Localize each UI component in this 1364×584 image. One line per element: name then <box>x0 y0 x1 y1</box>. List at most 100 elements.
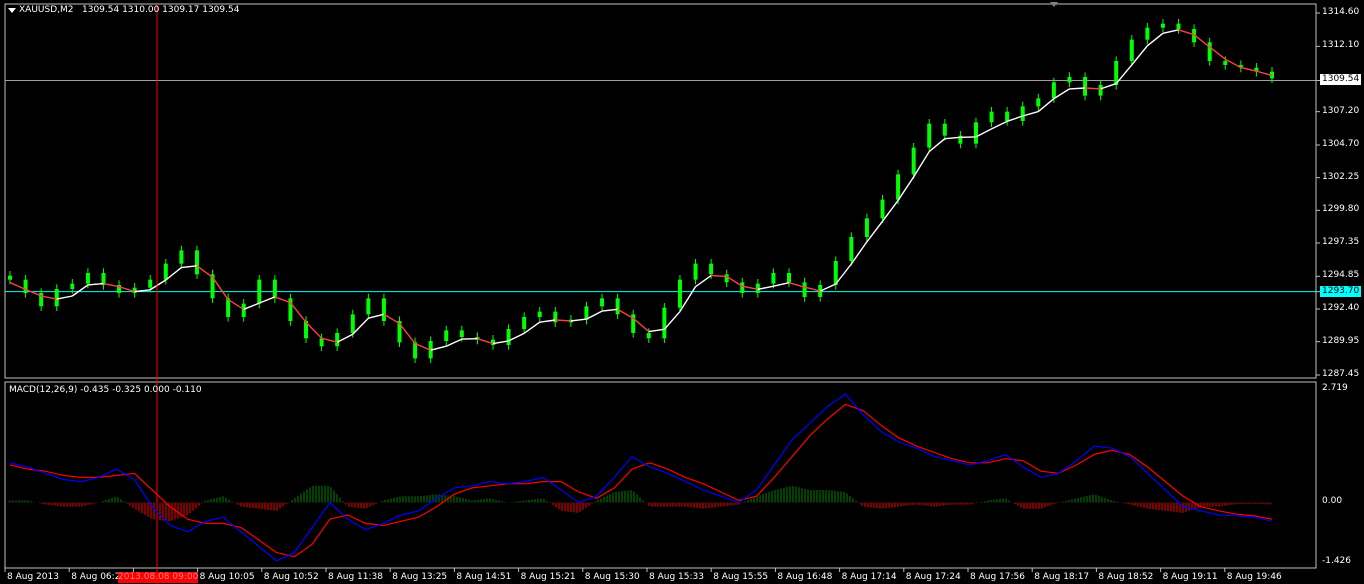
ma-segment <box>165 267 182 281</box>
price-bar <box>802 277 807 302</box>
ma-segment <box>1224 58 1242 69</box>
ma-segment <box>663 311 681 330</box>
bar-body <box>459 330 464 337</box>
trading-terminal: XAUUSD,M2 1309.54 1310.00 1309.17 1309.5… <box>0 0 1364 584</box>
bar-body <box>537 311 542 317</box>
ma-segment <box>975 128 992 138</box>
price-bar <box>693 259 698 285</box>
price-tick-label: 1294.85 <box>1322 270 1360 281</box>
bar-body <box>1145 27 1150 40</box>
bar-body <box>444 330 449 341</box>
ma-segment <box>289 302 307 323</box>
ma-segment <box>586 310 603 320</box>
bar-body <box>755 283 760 293</box>
ma-segment <box>1084 87 1101 90</box>
ma-segment <box>866 220 884 243</box>
bar-body <box>989 111 994 123</box>
bar-body <box>490 339 495 345</box>
time-tick-label: 8 Aug 16:48 <box>777 572 833 582</box>
bar-body <box>802 282 807 297</box>
price-bar <box>1207 37 1212 66</box>
ma-segment <box>897 176 915 201</box>
price-bar <box>23 275 28 298</box>
ma-segment <box>103 282 120 288</box>
ma-segment <box>1069 87 1086 90</box>
price-tick-label: 1297.35 <box>1322 237 1360 247</box>
ma-segment <box>430 345 447 351</box>
bar-body <box>973 122 978 144</box>
ma-segment <box>632 317 650 333</box>
macd-signal-line <box>9 403 1273 558</box>
price-bar <box>272 275 277 303</box>
ma-segment <box>414 342 431 351</box>
time-tick-label: 8 Aug 15:55 <box>713 572 769 582</box>
price-bar <box>724 269 729 287</box>
ma-segment <box>383 313 400 325</box>
bar-body <box>787 273 792 283</box>
price-bar <box>522 312 527 334</box>
bar-body <box>677 279 682 308</box>
bar-body <box>615 298 620 315</box>
price-bar <box>973 117 978 149</box>
price-bar <box>1067 72 1072 87</box>
bar-body <box>1067 77 1072 83</box>
ma-segment <box>149 279 167 291</box>
chart-canvas[interactable] <box>0 0 1364 584</box>
crosshair-time-badge: 2013.08.08 09:00 <box>118 572 199 583</box>
bar-body <box>54 289 59 307</box>
price-panel-border <box>4 3 1317 379</box>
ma-segment <box>87 282 104 286</box>
macd-tick-label: -1.426 <box>1322 556 1352 566</box>
price-bar <box>1083 72 1088 101</box>
price-bar <box>132 283 137 298</box>
price-tick-label: 1314.60 <box>1322 7 1360 17</box>
bar-body <box>662 307 667 339</box>
ma-segment <box>118 285 135 293</box>
bar-body <box>709 263 714 275</box>
price-bar <box>1036 93 1041 111</box>
ma-segment <box>196 265 213 278</box>
time-tick-label: 8 Aug 17:56 <box>970 572 1025 582</box>
ma-segment <box>648 328 665 333</box>
macd-main-line <box>9 393 1273 562</box>
bar-body <box>724 274 729 283</box>
bar-body <box>693 263 698 280</box>
price-bar <box>1160 19 1165 33</box>
bar-body <box>179 250 184 264</box>
price-bar <box>677 275 682 313</box>
symbol-label: XAUUSD,M2 <box>19 5 74 15</box>
bar-body <box>1160 23 1165 28</box>
price-bar <box>1098 80 1103 101</box>
ma-segment <box>477 337 494 345</box>
ma-segment <box>71 284 89 297</box>
time-tick-label: 8 Aug 15:30 <box>584 572 640 582</box>
price-bar <box>194 245 199 279</box>
price-bar <box>490 335 495 350</box>
ma-segment <box>274 296 291 304</box>
price-bar <box>537 307 542 322</box>
price-bar <box>381 293 386 326</box>
ma-segment <box>56 295 73 300</box>
macd-tick-label: 0.00 <box>1322 496 1343 507</box>
price-tick-label: 1289.95 <box>1322 335 1360 346</box>
bar-body <box>849 237 854 261</box>
bar-body <box>241 303 246 317</box>
time-tick-label: 8 Aug 14:51 <box>456 572 512 582</box>
price-bar <box>553 307 558 327</box>
ma-segment <box>352 317 369 335</box>
bar-body <box>1005 111 1010 121</box>
price-tick-label: 1299.80 <box>1322 204 1360 215</box>
ma-segment <box>336 333 354 343</box>
price-tick-label: 1312.10 <box>1322 40 1360 51</box>
time-tick-label: 8 Aug 19:11 <box>1162 572 1218 582</box>
macd-header: MACD(12,26,9) -0.435 -0.325 0.000 -0.110 <box>9 385 202 395</box>
chart-menu-arrow-icon[interactable] <box>8 8 16 13</box>
bar-body <box>163 263 168 280</box>
hline-price-badge: 1293.70 <box>1320 285 1362 297</box>
ma-segment <box>1162 29 1179 35</box>
bar-body <box>85 273 90 284</box>
ma-segment <box>305 321 323 339</box>
ma-segment <box>1006 115 1023 122</box>
chart-shift-marker-icon[interactable] <box>1050 2 1058 7</box>
bar-body <box>8 275 12 280</box>
